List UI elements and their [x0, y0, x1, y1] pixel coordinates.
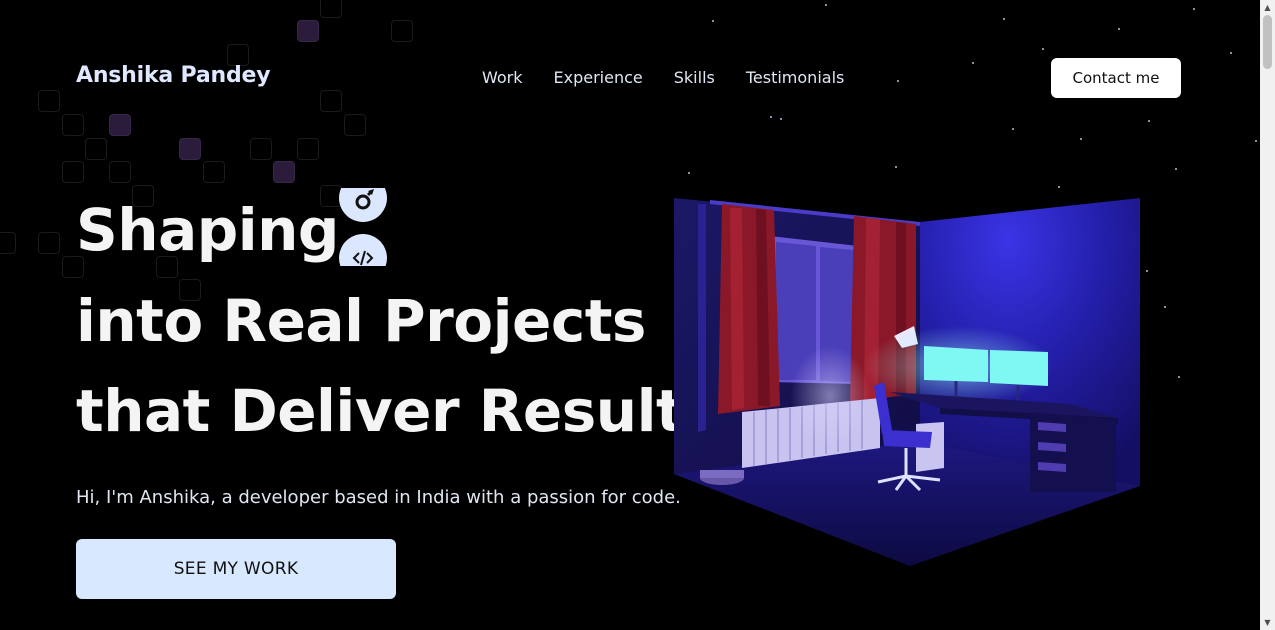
- code-icon: [339, 234, 387, 266]
- main-nav: Work Experience Skills Testimonials: [482, 68, 844, 87]
- nav-link-work[interactable]: Work: [482, 68, 523, 87]
- hero-headline-line-3: that Deliver Results: [76, 377, 718, 445]
- see-my-work-button[interactable]: SEE MY WORK: [76, 539, 396, 599]
- hero-intro-text: Hi, I'm Anshika, a developer based in In…: [76, 487, 681, 508]
- scroll-down-icon[interactable]: ▼: [1260, 615, 1275, 630]
- site-logo[interactable]: Anshika Pandey: [76, 63, 271, 88]
- page-scrollbar[interactable]: ▲ ▼: [1260, 0, 1275, 630]
- hero-headline-line-1: Shaping: [76, 196, 339, 264]
- design-icon: [339, 188, 387, 222]
- scrollbar-thumb[interactable]: [1263, 15, 1272, 69]
- nav-link-testimonials[interactable]: Testimonials: [746, 68, 845, 87]
- scroll-up-icon[interactable]: ▲: [1260, 0, 1275, 15]
- site-header: Anshika Pandey Work Experience Skills Te…: [0, 0, 1260, 156]
- nav-link-skills[interactable]: Skills: [674, 68, 715, 87]
- headline-icon-slider: [339, 188, 387, 266]
- hero-room-illustration: [670, 186, 1150, 576]
- nav-link-experience[interactable]: Experience: [554, 68, 643, 87]
- hero-headline-line-2: into Real Projects: [76, 287, 646, 355]
- contact-button[interactable]: Contact me: [1051, 58, 1181, 98]
